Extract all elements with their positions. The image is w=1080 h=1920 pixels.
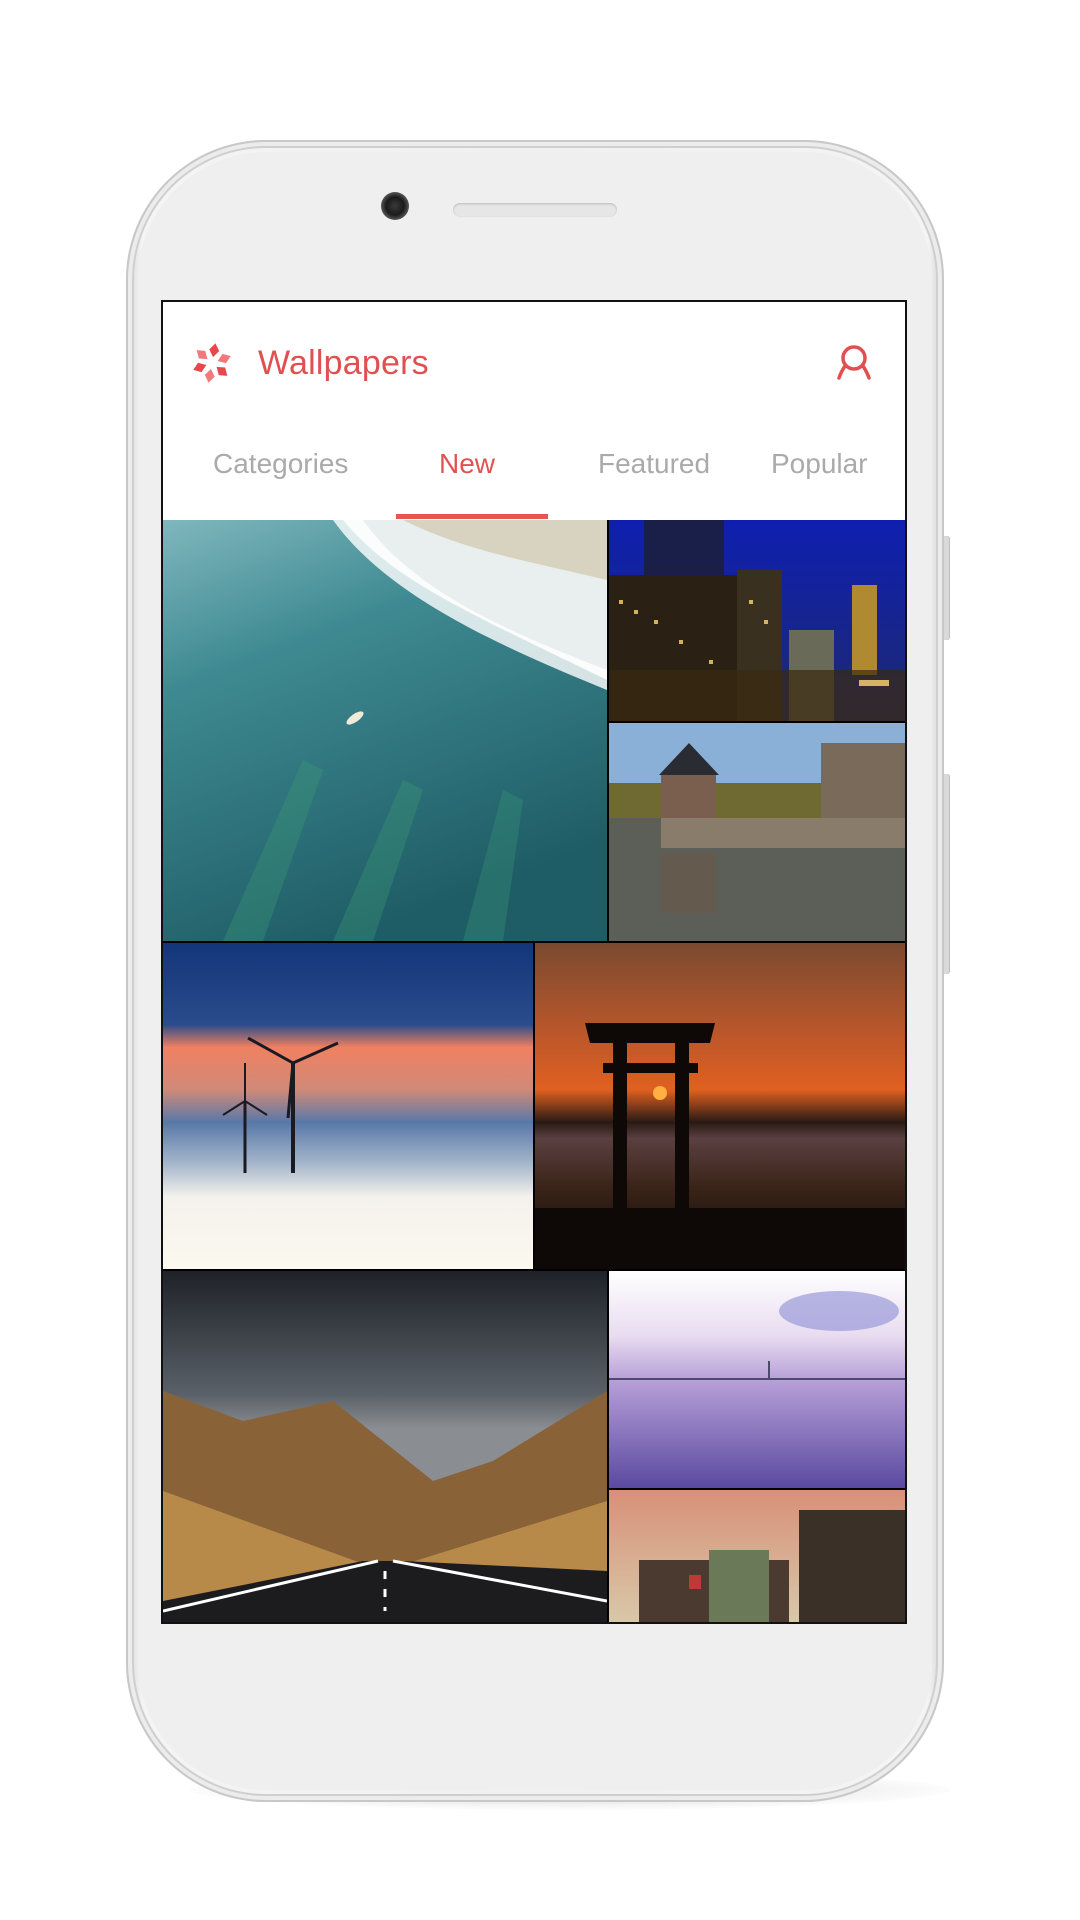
earpiece-speaker	[453, 203, 617, 217]
front-camera-icon	[381, 192, 409, 220]
tab-categories[interactable]: Categories	[213, 446, 348, 482]
app-bar: Wallpapers	[163, 302, 905, 420]
tab-new[interactable]: New	[439, 446, 495, 482]
tab-bar: Categories New Featured Popular	[163, 420, 905, 520]
wallpaper-tile-city-skyline-night[interactable]	[609, 520, 905, 721]
wallpaper-grid	[163, 520, 905, 1622]
wallpaper-tile-wind-turbines-fog[interactable]	[163, 943, 533, 1269]
wallpaper-tile-bridge-purple-sea[interactable]	[609, 1271, 905, 1488]
volume-button	[944, 536, 950, 640]
wallpaper-tile-castle-moat-reflection[interactable]	[609, 723, 905, 941]
wallpaper-tile-mountain-road[interactable]	[163, 1271, 607, 1622]
tab-featured[interactable]: Featured	[598, 446, 710, 482]
app-title: Wallpapers	[258, 344, 429, 382]
power-button	[944, 774, 950, 974]
tab-popular[interactable]: Popular	[771, 446, 868, 482]
wallpaper-tile-torii-gate-sunset[interactable]	[535, 943, 905, 1269]
user-profile-icon[interactable]	[833, 342, 875, 384]
wallpaper-tile-surfer-ocean-wave[interactable]	[163, 520, 607, 941]
app-screen: Wallpapers Categories New Featured Popul…	[163, 302, 905, 1622]
active-tab-indicator	[396, 514, 548, 519]
flower-logo-icon	[191, 342, 233, 384]
wallpaper-tile-designer-outlet-building[interactable]	[609, 1490, 905, 1622]
